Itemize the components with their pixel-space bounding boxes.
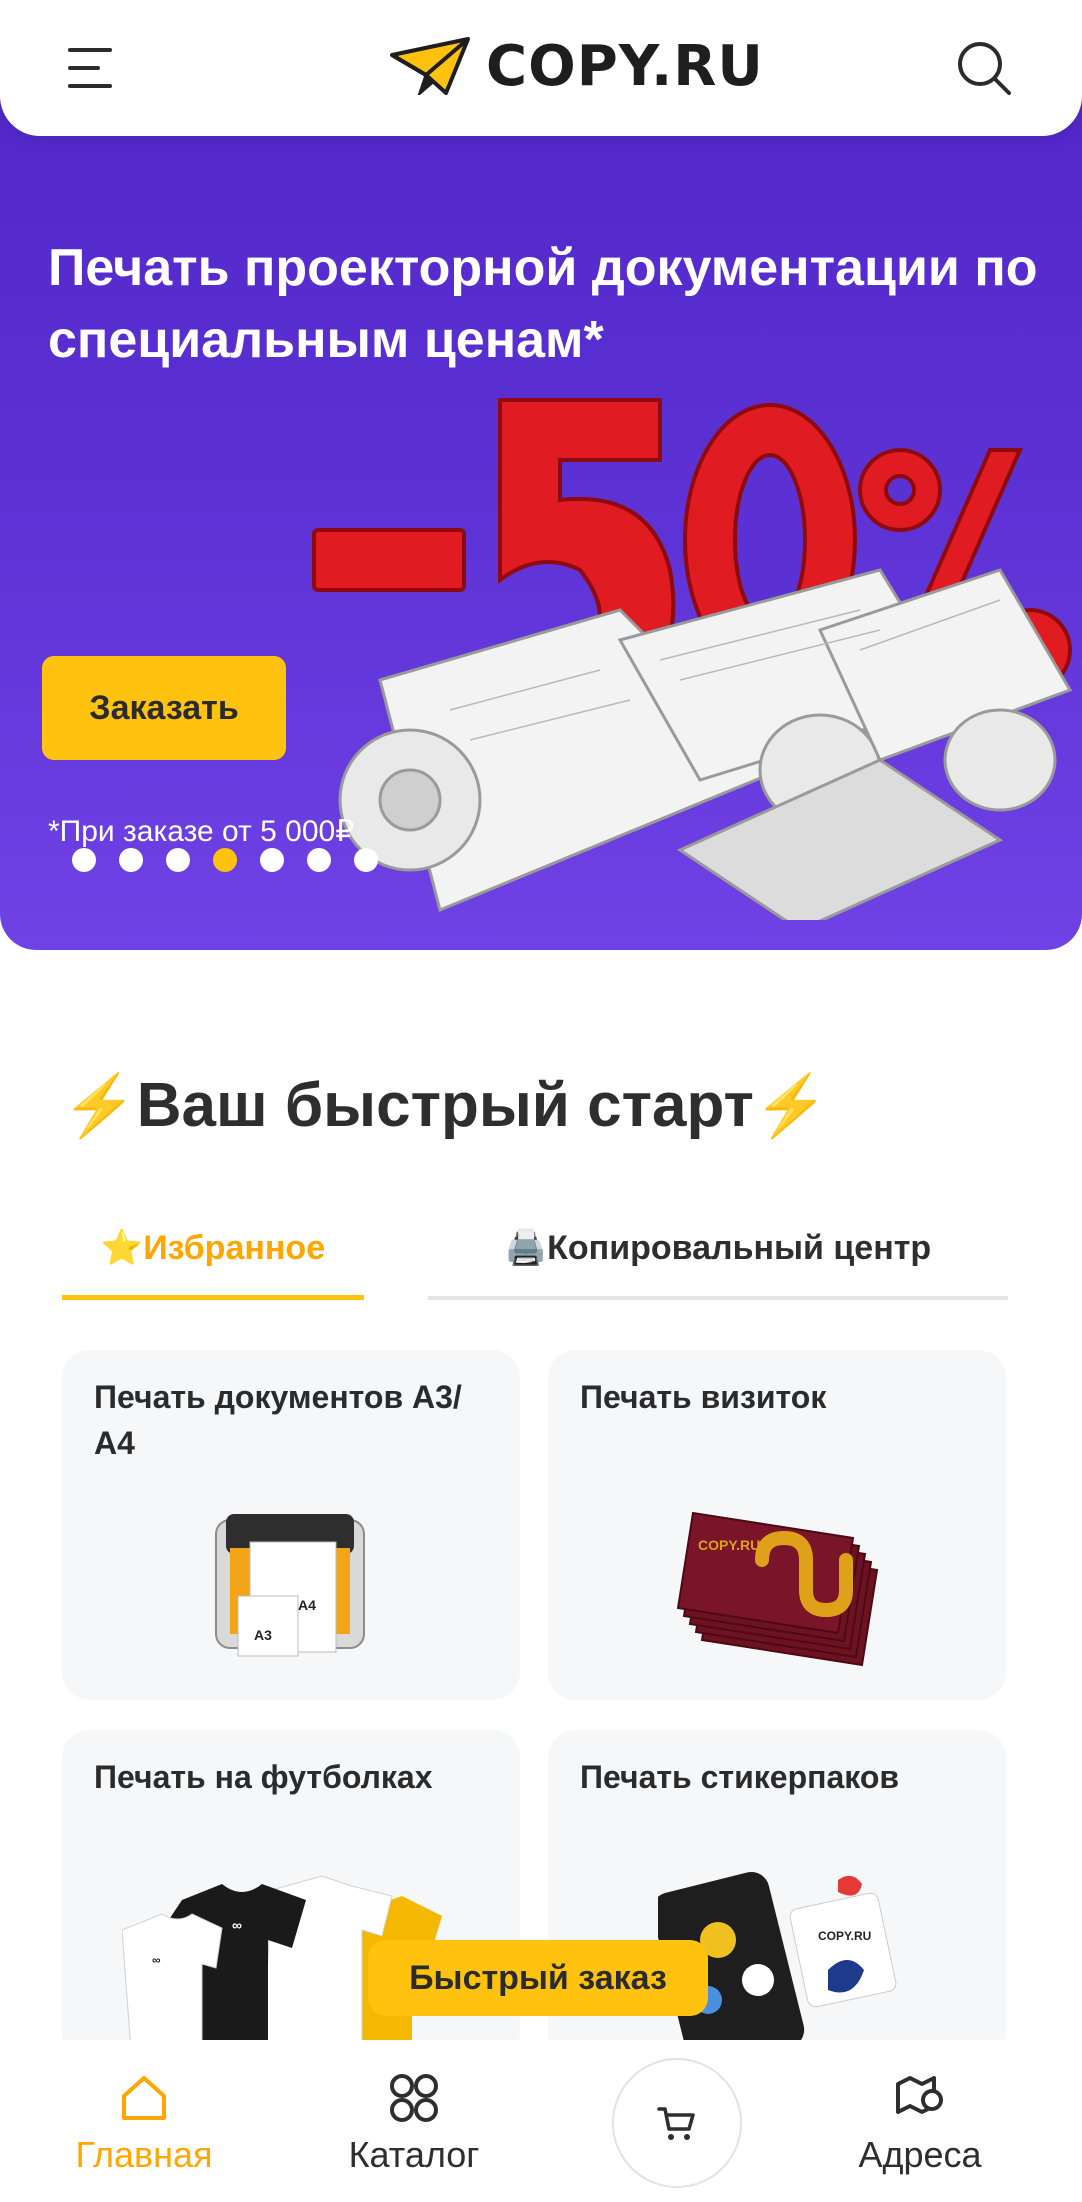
search-icon[interactable] xyxy=(954,38,1014,98)
lightning-icon: ⚡ xyxy=(753,1072,829,1139)
tab-favorites[interactable]: ⭐Избранное xyxy=(62,1200,364,1300)
cart-button[interactable] xyxy=(612,2058,742,2188)
carousel-dot[interactable] xyxy=(354,848,378,872)
card-title: Печать документов А3/А4 xyxy=(94,1379,462,1461)
carousel-dot-active[interactable] xyxy=(213,848,237,872)
bottom-nav: Главная Каталог Адреса xyxy=(0,2040,1082,2202)
lightning-icon: ⚡ xyxy=(62,1072,137,1139)
carousel-dot[interactable] xyxy=(119,848,143,872)
svg-text:∞: ∞ xyxy=(152,1953,161,1967)
home-icon xyxy=(122,2076,166,2120)
nav-label: Главная xyxy=(75,2134,213,2175)
carousel-dots xyxy=(72,848,378,872)
card-title: Печать визиток xyxy=(580,1379,827,1415)
svg-text:A4: A4 xyxy=(298,1597,316,1613)
menu-icon[interactable] xyxy=(66,44,116,92)
carousel-dot[interactable] xyxy=(307,848,331,872)
catalog-icon xyxy=(390,2074,438,2122)
logo-text: COPY.RU xyxy=(486,33,764,99)
quick-start-tabs: ⭐Избранное 🖨️Копировальный центр xyxy=(62,1200,1022,1300)
nav-label: Адреса xyxy=(858,2134,982,2175)
nav-item-catalog[interactable]: Каталог xyxy=(294,2070,534,2176)
nav-label: Каталог xyxy=(348,2134,480,2175)
service-card-business-cards[interactable]: Печать визиток COPY.RU xyxy=(548,1350,1006,1700)
carousel-dot[interactable] xyxy=(260,848,284,872)
card-title: Печать стикерпаков xyxy=(580,1759,900,1795)
order-button[interactable]: Заказать xyxy=(42,656,286,760)
quick-order-button[interactable]: Быстрый заказ xyxy=(368,1940,708,2016)
top-header: COPY.RU xyxy=(0,0,1082,136)
map-icon xyxy=(896,2076,943,2114)
paper-plane-icon xyxy=(390,37,470,95)
svg-text:COPY.RU: COPY.RU xyxy=(818,1929,871,1943)
printer-image: A4 A3 xyxy=(215,1514,365,1657)
tab-copy-center[interactable]: 🖨️Копировальный центр xyxy=(428,1200,1008,1300)
banner-footnote: *При заказе от 5 000₽ xyxy=(48,815,355,848)
nav-item-home[interactable]: Главная xyxy=(24,2070,264,2176)
svg-text:COPY.RU: COPY.RU xyxy=(698,1537,760,1553)
business-cards-image: COPY.RU xyxy=(676,1511,879,1667)
cart-icon xyxy=(657,2107,695,2140)
carousel-dot[interactable] xyxy=(72,848,96,872)
quick-start-heading: ⚡ Ваш быстрый старт ⚡ xyxy=(62,1070,829,1141)
discount-illustration xyxy=(312,398,1073,920)
carousel-dot[interactable] xyxy=(166,848,190,872)
svg-text:∞: ∞ xyxy=(232,1917,242,1933)
logo[interactable]: COPY.RU xyxy=(390,33,764,99)
promo-banner[interactable]: Печать проекторной документации по специ… xyxy=(0,0,1082,950)
svg-text:A3: A3 xyxy=(254,1627,272,1643)
service-card-documents[interactable]: Печать документов А3/А4 A4 A3 xyxy=(62,1350,520,1700)
quick-start-title: Ваш быстрый старт xyxy=(136,1071,754,1140)
nav-item-addresses[interactable]: Адреса xyxy=(800,2070,1040,2176)
card-title: Печать на футболках xyxy=(94,1759,433,1795)
banner-title: Печать проекторной документации по специ… xyxy=(48,239,1038,369)
